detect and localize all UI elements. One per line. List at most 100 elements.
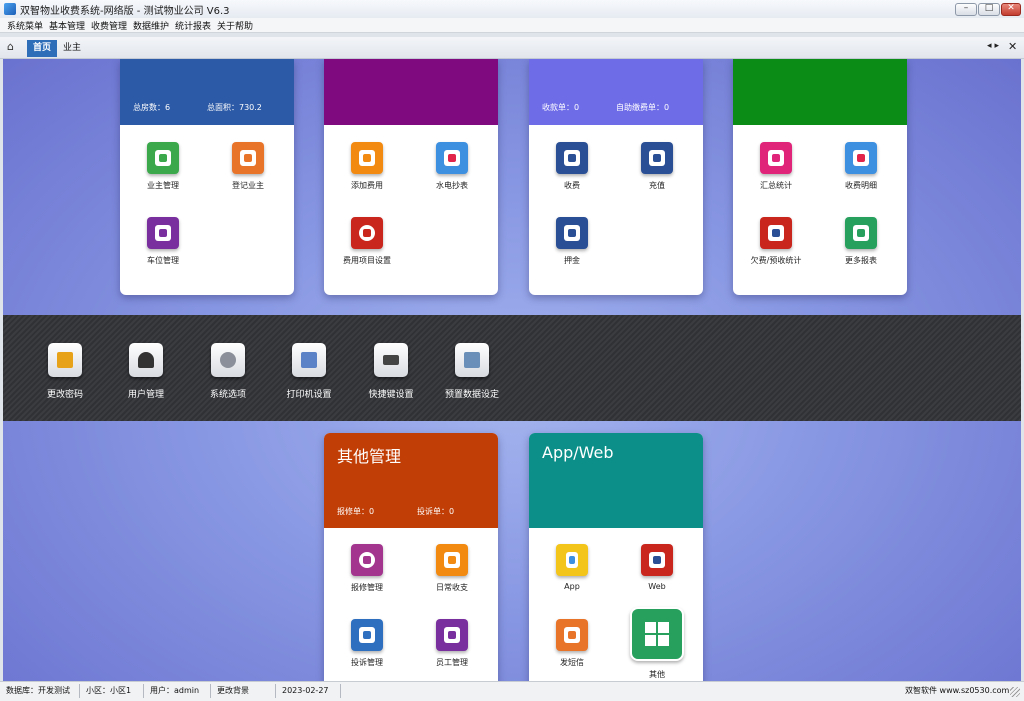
more-reports-label: 更多报表 bbox=[845, 256, 877, 265]
app-tile[interactable]: App bbox=[537, 544, 607, 604]
staff-badge-icon bbox=[436, 619, 468, 651]
owner-card-header: 总房数：6 总面积：730.2 bbox=[120, 59, 294, 125]
complaint-manage-label: 投诉管理 bbox=[351, 658, 383, 667]
charge-card-header: 收款单：0 自助缴费单：0 bbox=[529, 59, 703, 125]
close-window-button[interactable]: ✕ bbox=[1001, 3, 1021, 16]
trend-chart-icon bbox=[760, 142, 792, 174]
menu-basic[interactable]: 基本管理 bbox=[49, 19, 85, 32]
owner-total-area: 总面积：730.2 bbox=[207, 103, 262, 112]
printer-settings-tool[interactable]: 打印机设置 bbox=[274, 343, 344, 413]
owner-total-houses: 总房数：6 bbox=[133, 103, 171, 112]
change-password-tool[interactable]: 更改密码 bbox=[30, 343, 100, 413]
daily-ledger-icon bbox=[436, 544, 468, 576]
self-service-count: 自助缴费单：0 bbox=[616, 103, 670, 112]
menu-data[interactable]: 数据维护 bbox=[133, 19, 169, 32]
repair-count: 报修单：0 bbox=[337, 507, 375, 516]
parking-manage-tile[interactable]: 车位管理 bbox=[128, 217, 198, 277]
report-card: 汇总统计 收费明细 欠费/预收统计 更多报表 bbox=[733, 59, 907, 295]
owner-register-tile[interactable]: 登记业主 bbox=[213, 142, 283, 202]
money-bag-icon bbox=[351, 217, 383, 249]
keyboard-icon bbox=[374, 343, 408, 377]
status-database: 数据库：开发测试 bbox=[2, 684, 80, 698]
app-web-card: App/Web App Web 发短信 其他 bbox=[529, 433, 703, 681]
detail-list-icon bbox=[845, 142, 877, 174]
arrears-icon bbox=[760, 217, 792, 249]
app-web-card-header: App/Web bbox=[529, 433, 703, 528]
staff-manage-tile[interactable]: 员工管理 bbox=[417, 619, 487, 679]
status-bar: 数据库：开发测试 小区：小区1 用户：admin 更改背景 2023-02-27… bbox=[0, 681, 1024, 701]
app-web-card-title: App/Web bbox=[542, 443, 614, 462]
grid-icon bbox=[845, 217, 877, 249]
fee-item-settings-tile[interactable]: 费用项目设置 bbox=[332, 217, 402, 277]
change-background-button[interactable]: 更改背景 bbox=[213, 684, 276, 698]
add-fee-icon bbox=[351, 142, 383, 174]
owner-manage-tile[interactable]: 业主管理 bbox=[128, 142, 198, 202]
phone-icon bbox=[556, 544, 588, 576]
maximize-icon: □ bbox=[984, 3, 994, 13]
other-apps-tile[interactable]: 其他 bbox=[622, 607, 692, 681]
window-title-bar[interactable]: 双智物业收费系统-网络版 - 测试物业公司 V6.3 – □ ✕ bbox=[0, 0, 1024, 19]
recharge-icon bbox=[641, 142, 673, 174]
web-label: Web bbox=[648, 582, 666, 591]
resize-grip-icon[interactable] bbox=[1010, 687, 1020, 697]
owner-manage-label: 业主管理 bbox=[147, 181, 179, 190]
menu-reports[interactable]: 统计报表 bbox=[175, 19, 211, 32]
complaint-manage-tile[interactable]: 投诉管理 bbox=[332, 619, 402, 679]
menu-charge[interactable]: 收费管理 bbox=[91, 19, 127, 32]
tab-owner[interactable]: 业主 bbox=[63, 40, 81, 57]
tab-close-icon[interactable]: ✕ bbox=[1008, 40, 1017, 53]
windows-grid-icon bbox=[630, 607, 684, 661]
recharge-tile[interactable]: 充值 bbox=[622, 142, 692, 202]
close-icon: ✕ bbox=[1007, 3, 1015, 13]
preset-data-tool[interactable]: 预置数据设定 bbox=[437, 343, 507, 413]
owner-register-label: 登记业主 bbox=[232, 181, 264, 190]
tab-scroll-arrows-icon[interactable]: ◂▸ bbox=[987, 41, 1002, 51]
charge-tile[interactable]: 收费 bbox=[537, 142, 607, 202]
menu-help[interactable]: 关于帮助 bbox=[217, 19, 253, 32]
send-sms-tile[interactable]: 发短信 bbox=[537, 619, 607, 679]
charge-detail-label: 收费明细 bbox=[845, 181, 877, 190]
status-user: 用户：admin bbox=[146, 684, 211, 698]
minimize-icon: – bbox=[963, 3, 969, 13]
users-icon bbox=[129, 343, 163, 377]
report-card-header bbox=[733, 59, 907, 125]
complaint-count: 投诉单：0 bbox=[417, 507, 455, 516]
user-manage-tool[interactable]: 用户管理 bbox=[111, 343, 181, 413]
other-card-title: 其他管理 bbox=[337, 447, 402, 466]
more-reports-tile[interactable]: 更多报表 bbox=[826, 217, 896, 277]
person-register-icon bbox=[232, 142, 264, 174]
system-options-tool[interactable]: 系统选项 bbox=[193, 343, 263, 413]
gear-icon bbox=[211, 343, 245, 377]
meter-icon bbox=[436, 142, 468, 174]
meter-reading-label: 水电抄表 bbox=[436, 181, 468, 190]
arrears-stats-tile[interactable]: 欠费/预收统计 bbox=[741, 217, 811, 277]
summary-stats-tile[interactable]: 汇总统计 bbox=[741, 142, 811, 202]
maximize-button[interactable]: □ bbox=[978, 3, 1000, 16]
shortcut-settings-tool[interactable]: 快捷键设置 bbox=[356, 343, 426, 413]
app-label: App bbox=[564, 582, 580, 591]
daily-ledger-tile[interactable]: 日常收支 bbox=[417, 544, 487, 604]
repair-manage-label: 报修管理 bbox=[351, 583, 383, 592]
minimize-button[interactable]: – bbox=[955, 3, 977, 16]
printer-settings-icon bbox=[292, 343, 326, 377]
add-fee-tile[interactable]: 添加费用 bbox=[332, 142, 402, 202]
web-tile[interactable]: Web bbox=[622, 544, 692, 604]
charge-label: 收费 bbox=[564, 181, 580, 190]
daily-ledger-label: 日常收支 bbox=[436, 583, 468, 592]
app-logo-icon bbox=[4, 3, 16, 15]
tab-home[interactable]: 首页 bbox=[27, 40, 57, 57]
network-data-icon bbox=[455, 343, 489, 377]
menu-system[interactable]: 系统菜单 bbox=[7, 19, 43, 32]
charge-detail-tile[interactable]: 收费明细 bbox=[826, 142, 896, 202]
arrears-stats-label: 欠费/预收统计 bbox=[750, 256, 802, 265]
dashboard-workspace: 总房数：6 总面积：730.2 业主管理 登记业主 车位管理 添加费用 水电抄表 bbox=[3, 59, 1021, 681]
summary-stats-label: 汇总统计 bbox=[760, 181, 792, 190]
repair-manage-tile[interactable]: 报修管理 bbox=[332, 544, 402, 604]
other-apps-label: 其他 bbox=[649, 670, 665, 679]
deposit-tile[interactable]: 押金 bbox=[537, 217, 607, 277]
document-person-icon bbox=[147, 142, 179, 174]
meter-reading-tile[interactable]: 水电抄表 bbox=[417, 142, 487, 202]
home-icon[interactable]: ⌂ bbox=[7, 41, 19, 53]
vendor-info: 双智软件 www.sz0530.com bbox=[905, 686, 1010, 695]
cash-register-icon bbox=[556, 142, 588, 174]
